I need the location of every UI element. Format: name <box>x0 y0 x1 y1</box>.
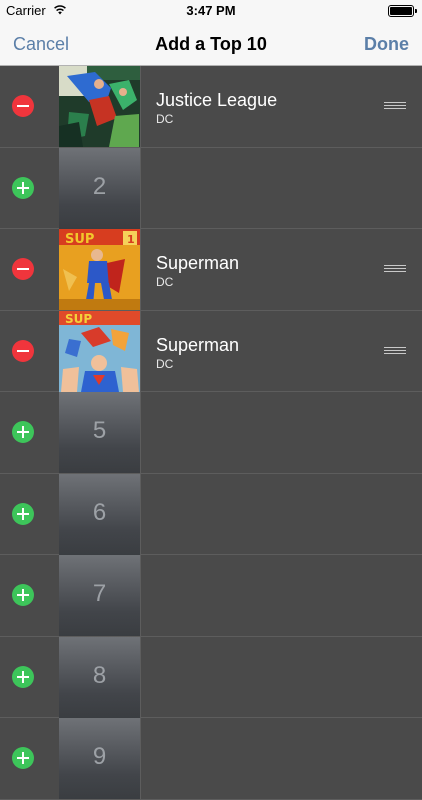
navigation-bar: Cancel Add a Top 10 Done <box>0 22 422 66</box>
comic-cover-image: SUP 1 <box>59 229 140 310</box>
list-item: 7 <box>0 555 422 637</box>
empty-slot-placeholder[interactable]: 7 <box>59 555 140 636</box>
top-ten-list: Justice League DC 2 SUP 1 Superman DC SU… <box>0 66 422 800</box>
comic-title: Superman <box>156 334 240 355</box>
cover-divider <box>140 147 141 229</box>
reorder-handle-icon[interactable] <box>384 265 406 274</box>
reorder-handle-icon[interactable] <box>384 346 406 356</box>
slot-number: 2 <box>92 172 107 200</box>
battery-icon <box>388 5 417 17</box>
list-item: SUP Superman DC <box>0 310 422 392</box>
comic-publisher: DC <box>156 112 174 126</box>
cover-divider <box>140 310 141 392</box>
empty-slot-placeholder[interactable]: 8 <box>59 636 140 718</box>
list-item: 8 <box>0 636 422 718</box>
slot-number: 8 <box>92 661 107 689</box>
add-button[interactable] <box>12 176 34 199</box>
cover-divider <box>140 229 141 310</box>
slot-number: 6 <box>92 498 107 526</box>
add-button[interactable] <box>12 502 34 525</box>
svg-text:SUP: SUP <box>65 232 94 247</box>
comic-cover-image <box>59 66 140 147</box>
status-time: 3:47 PM <box>186 3 236 18</box>
done-button[interactable]: Done <box>364 34 409 55</box>
reorder-handle-icon[interactable] <box>384 102 406 111</box>
slot-number: 5 <box>92 417 107 444</box>
remove-button[interactable] <box>12 339 34 362</box>
remove-button[interactable] <box>12 95 34 117</box>
svg-text:SUP: SUP <box>65 312 92 326</box>
comic-title: Justice League <box>156 90 278 110</box>
list-item: Justice League DC <box>0 66 422 148</box>
list-item: 2 <box>0 147 422 229</box>
list-item: 6 <box>0 473 422 555</box>
empty-slot-placeholder[interactable]: 9 <box>59 718 140 799</box>
empty-slot-placeholder[interactable]: 6 <box>59 473 140 555</box>
remove-button[interactable] <box>12 258 34 280</box>
comic-title: Superman <box>156 253 240 273</box>
cover-divider <box>140 555 141 636</box>
svg-text:1: 1 <box>127 233 135 246</box>
cover-divider <box>140 66 141 147</box>
add-button[interactable] <box>12 665 34 688</box>
empty-slot-placeholder[interactable]: 5 <box>59 392 140 473</box>
list-item: SUP 1 Superman DC <box>0 229 422 311</box>
add-button[interactable] <box>12 747 34 769</box>
cover-divider <box>140 392 141 473</box>
cover-divider <box>140 718 141 799</box>
list-item: 9 <box>0 718 422 800</box>
cover-divider <box>140 636 141 718</box>
list-item: 5 <box>0 392 422 474</box>
slot-number: 9 <box>92 743 107 770</box>
comic-publisher: DC <box>156 275 174 289</box>
add-button[interactable] <box>12 584 34 606</box>
slot-number: 7 <box>92 580 107 607</box>
comic-publisher: DC <box>156 356 174 371</box>
empty-slot-placeholder[interactable]: 2 <box>59 147 140 229</box>
cover-divider <box>140 473 141 555</box>
page-title: Add a Top 10 <box>155 34 267 54</box>
comic-cover-image: SUP <box>59 310 140 392</box>
add-button[interactable] <box>12 421 34 443</box>
status-bar: Carrier 3:47 PM <box>0 0 422 22</box>
